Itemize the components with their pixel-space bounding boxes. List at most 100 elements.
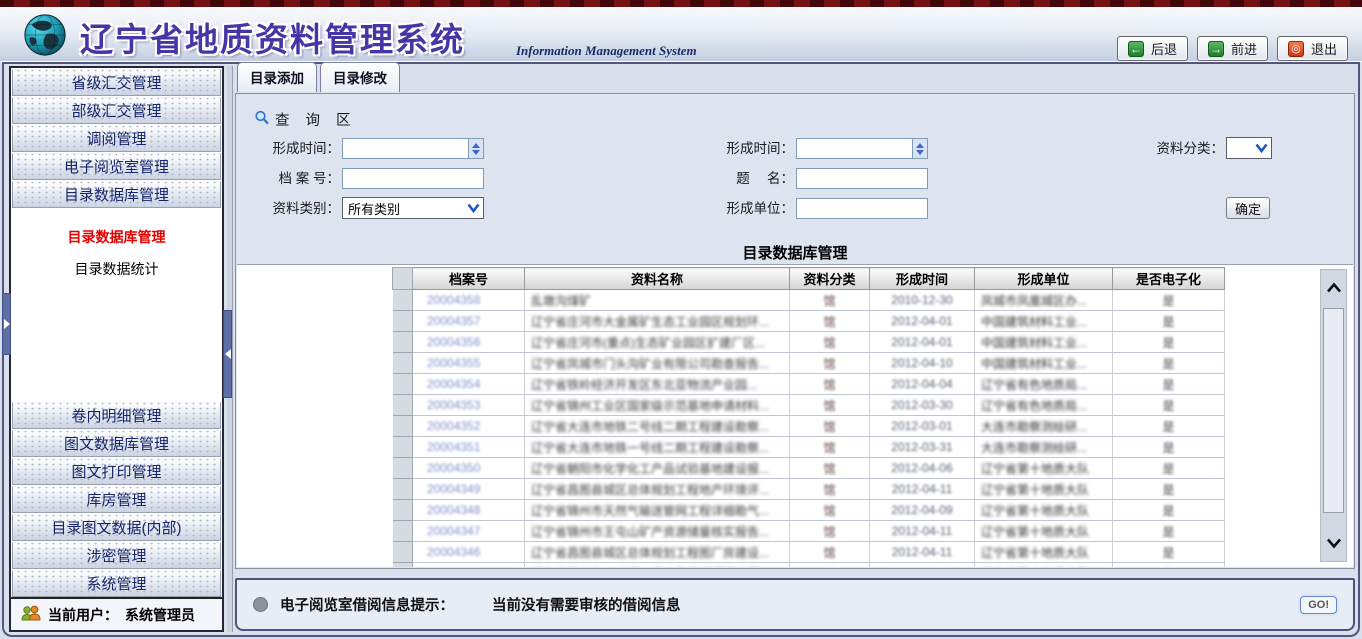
sidebar-item-bottom-2[interactable]: 图文打印管理: [12, 458, 221, 485]
row-selector[interactable]: [393, 374, 413, 395]
column-header[interactable]: 形成时间: [870, 268, 975, 290]
form-unit-field[interactable]: [796, 198, 928, 219]
row-selector[interactable]: [393, 458, 413, 479]
splitter-collapse-handle[interactable]: [223, 310, 232, 398]
form-archive-no-label: 档 案 号：: [244, 168, 340, 189]
sidebar-item-top-4[interactable]: 目录数据库管理: [12, 181, 221, 208]
sidebar-subitem-0[interactable]: 目录数据库管理: [11, 221, 222, 253]
archive-no-link[interactable]: 20004358: [413, 290, 525, 311]
archive-no-link[interactable]: 20004355: [413, 353, 525, 374]
table-row[interactable]: 20004346辽宁省昌图县城区总体规划工程图厂房建设...馆2012-04-1…: [393, 542, 1225, 563]
table-row[interactable]: 20004345辽宁省锦州市50米深人民人防指挥项目工程...馆2013-04-…: [393, 563, 1225, 568]
sidebar-item-bottom-5[interactable]: 涉密管理: [12, 542, 221, 569]
table-row[interactable]: 20004354辽宁省铁岭经济开发区东北亚物流产业园...馆2012-04-04…: [393, 374, 1225, 395]
record-name: 辽宁省庄河市大金属矿生态工业园区规划环...: [525, 311, 790, 332]
form-time-input-1[interactable]: [343, 139, 467, 158]
form-archive-no-field[interactable]: [342, 168, 484, 189]
sidebar-item-top-2[interactable]: 调阅管理: [12, 125, 221, 152]
row-selector[interactable]: [393, 290, 413, 311]
scroll-up-icon[interactable]: [1321, 276, 1346, 300]
form-classification-select[interactable]: [1226, 137, 1272, 159]
row-selector[interactable]: [393, 332, 413, 353]
sidebar-subitem-1[interactable]: 目录数据统计: [11, 253, 222, 285]
column-header[interactable]: 形成单位: [975, 268, 1113, 290]
row-selector[interactable]: [393, 311, 413, 332]
row-selector[interactable]: [393, 521, 413, 542]
table-row[interactable]: 20004358乱墩沟煤矿馆2010-12-30凤城市凤凰城区办...是: [393, 290, 1225, 311]
record-digitized: 是: [1113, 416, 1225, 437]
form-time-spinner-1[interactable]: [342, 138, 484, 159]
form-category-select[interactable]: 所有类别: [342, 197, 484, 219]
nav-button-forward[interactable]: →前进: [1197, 36, 1268, 61]
tab-0[interactable]: 目录添加: [237, 62, 317, 92]
sidebar-item-bottom-0[interactable]: 卷内明细管理: [12, 402, 221, 429]
form-title-input[interactable]: [797, 169, 927, 188]
table-row[interactable]: 20004356辽宁省庄河市(重点)生态矿业园区扩建厂区...馆2012-04-…: [393, 332, 1225, 353]
archive-no-link[interactable]: 20004351: [413, 437, 525, 458]
row-selector[interactable]: [393, 395, 413, 416]
table-row[interactable]: 20004349辽宁省昌图县城区总体规划工程地产环境评...馆2012-04-1…: [393, 479, 1225, 500]
column-header[interactable]: 是否电子化: [1113, 268, 1225, 290]
record-date: 2012-03-01: [870, 416, 975, 437]
table-row[interactable]: 20004353辽宁省锦州工业区国家级示范基地申请材料...馆2012-03-3…: [393, 395, 1225, 416]
row-selector[interactable]: [393, 479, 413, 500]
table-row[interactable]: 20004348辽宁省锦州市天然气输送管网工程详细勘气...馆2012-04-0…: [393, 500, 1225, 521]
archive-no-link[interactable]: 20004346: [413, 542, 525, 563]
sidebar-item-bottom-3[interactable]: 库房管理: [12, 486, 221, 513]
table-row[interactable]: 20004355辽宁省凤城市门头沟矿业有限公司勘查报告...馆2012-04-1…: [393, 353, 1225, 374]
vertical-scrollbar[interactable]: [1320, 269, 1347, 562]
table-row[interactable]: 20004350辽宁省朝阳市化学化工产品试验基地建设报...馆2012-04-0…: [393, 458, 1225, 479]
form-title-field[interactable]: [796, 168, 928, 189]
column-header[interactable]: 资料分类: [790, 268, 870, 290]
spinner-arrows-icon[interactable]: [468, 139, 483, 158]
row-selector[interactable]: [393, 500, 413, 521]
archive-no-link[interactable]: 20004349: [413, 479, 525, 500]
form-time-input-2[interactable]: [797, 139, 911, 158]
sidebar-item-bottom-4[interactable]: 目录图文数据(内部): [12, 514, 221, 541]
table-row[interactable]: 20004347辽宁省锦州市王屯山矿产资源储量核实报告...馆2012-04-1…: [393, 521, 1225, 542]
form-unit-input[interactable]: [797, 199, 927, 218]
archive-no-link[interactable]: 20004353: [413, 395, 525, 416]
form-time-spinner-2[interactable]: [796, 138, 928, 159]
go-button[interactable]: GO!: [1300, 596, 1337, 614]
sidebar-item-top-3[interactable]: 电子阅览室管理: [12, 153, 221, 180]
form-archive-no-input[interactable]: [343, 169, 483, 188]
scroll-down-icon[interactable]: [1321, 531, 1346, 555]
archive-no-link[interactable]: 20004347: [413, 521, 525, 542]
splitter-expand-handle[interactable]: [2, 293, 11, 355]
record-date: 2012-03-30: [870, 395, 975, 416]
sidebar-item-top-1[interactable]: 部级汇交管理: [12, 97, 221, 124]
row-selector[interactable]: [393, 437, 413, 458]
record-name: 辽宁省大连市地铁二号线二期工程建设勘察...: [525, 416, 790, 437]
archive-no-link[interactable]: 20004348: [413, 500, 525, 521]
column-header[interactable]: 档案号: [413, 268, 525, 290]
row-selector[interactable]: [393, 542, 413, 563]
archive-no-link[interactable]: 20004356: [413, 332, 525, 353]
archive-no-link[interactable]: 20004352: [413, 416, 525, 437]
arrow-right-icon: →: [1208, 41, 1224, 57]
column-header[interactable]: 资料名称: [525, 268, 790, 290]
nav-button-exit[interactable]: ◎退出: [1277, 36, 1348, 61]
table-row[interactable]: 20004352辽宁省大连市地铁二号线二期工程建设勘察...馆2012-03-0…: [393, 416, 1225, 437]
sidebar-item-bottom-1[interactable]: 图文数据库管理: [12, 430, 221, 457]
archive-no-link[interactable]: 20004345: [413, 563, 525, 568]
nav-button-back[interactable]: ←后退: [1117, 36, 1188, 61]
record-category: 馆: [790, 542, 870, 563]
archive-no-link[interactable]: 20004354: [413, 374, 525, 395]
tab-1[interactable]: 目录修改: [320, 62, 400, 92]
scrollbar-thumb[interactable]: [1323, 308, 1344, 513]
row-selector[interactable]: [393, 563, 413, 568]
submit-button[interactable]: 确定: [1226, 197, 1270, 219]
table-row[interactable]: 20004357辽宁省庄河市大金属矿生态工业园区规划环...馆2012-04-0…: [393, 311, 1225, 332]
record-unit: 辽宁省有色地质局...: [975, 395, 1113, 416]
table-row[interactable]: 20004351辽宁省大连市地铁一号线二期工程建设勘察...馆2012-03-3…: [393, 437, 1225, 458]
row-selector[interactable]: [393, 353, 413, 374]
sidebar-item-label: 图文打印管理: [71, 461, 161, 482]
archive-no-link[interactable]: 20004357: [413, 311, 525, 332]
row-selector[interactable]: [393, 416, 413, 437]
sidebar-item-top-0[interactable]: 省级汇交管理: [12, 69, 221, 96]
spinner-arrows-icon[interactable]: [912, 139, 927, 158]
sidebar-item-bottom-6[interactable]: 系统管理: [12, 570, 221, 597]
record-digitized: 是: [1113, 521, 1225, 542]
archive-no-link[interactable]: 20004350: [413, 458, 525, 479]
